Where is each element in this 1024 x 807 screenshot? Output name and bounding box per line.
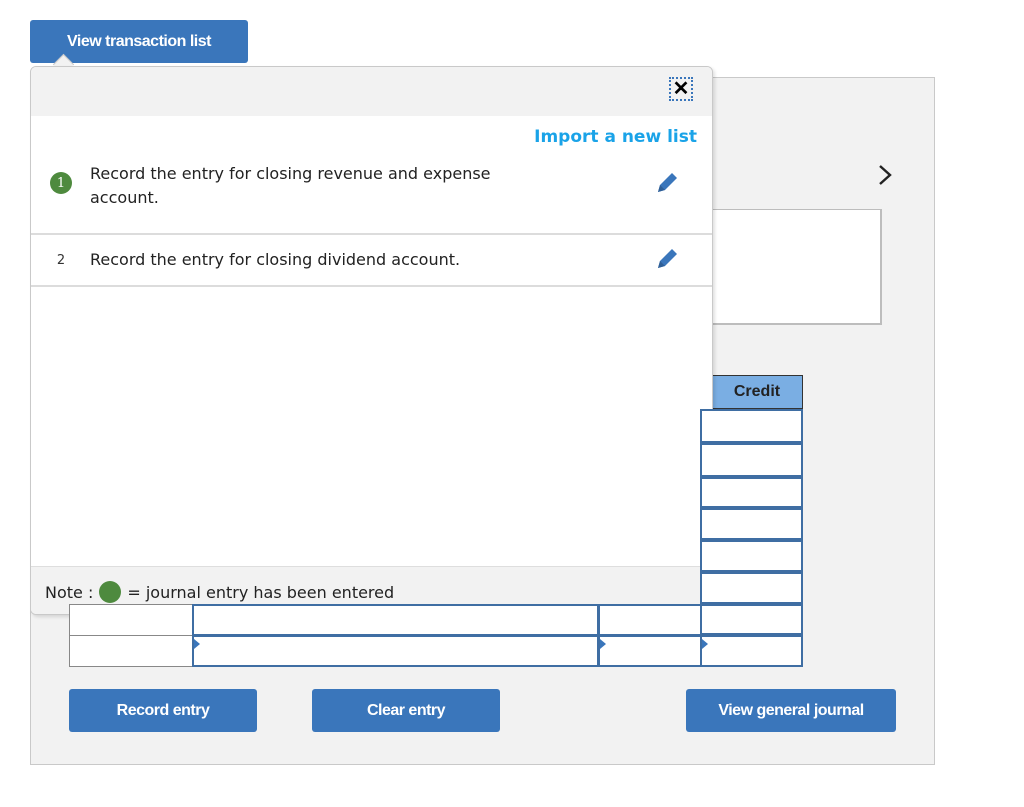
edit-pencil-icon[interactable] <box>654 170 680 196</box>
transaction-list-item[interactable]: 2 Record the entry for closing dividend … <box>31 235 712 287</box>
close-icon: ✕ <box>672 78 690 100</box>
clear-entry-button[interactable]: Clear entry <box>312 689 500 732</box>
note-suffix: = journal entry has been entered <box>127 582 395 602</box>
credit-input[interactable] <box>700 443 803 477</box>
account-input[interactable] <box>192 635 599 667</box>
cell-marker-icon <box>600 639 606 649</box>
cell-marker-icon <box>194 639 200 649</box>
account-input[interactable] <box>192 604 599 636</box>
transaction-text: Record the entry for closing revenue and… <box>90 164 491 207</box>
popover-header: ✕ <box>31 67 712 116</box>
transaction-list-item[interactable]: 1 Record the entry for closing revenue a… <box>31 158 712 235</box>
credit-input[interactable] <box>700 540 803 572</box>
record-entry-button[interactable]: Record entry <box>69 689 257 732</box>
note-prefix: Note : <box>45 582 94 602</box>
credit-input[interactable] <box>700 572 803 604</box>
credit-input[interactable] <box>700 477 803 508</box>
date-cell[interactable] <box>69 604 193 636</box>
credit-column-header: Credit <box>712 375 803 409</box>
credit-input[interactable] <box>700 604 803 635</box>
close-popover-button[interactable]: ✕ <box>669 77 693 101</box>
next-transaction-arrow-icon[interactable] <box>872 160 898 190</box>
completed-dot-icon <box>99 581 122 603</box>
date-cell[interactable] <box>69 635 193 667</box>
transaction-number: 2 <box>56 252 66 268</box>
edit-pencil-icon[interactable] <box>654 246 680 272</box>
import-new-list-link[interactable]: Import a new list <box>534 127 697 147</box>
credit-input[interactable] <box>700 409 803 443</box>
debit-input[interactable] <box>598 604 702 636</box>
completed-badge: 1 <box>50 172 72 194</box>
debit-input[interactable] <box>598 635 702 667</box>
credit-input[interactable] <box>700 508 803 540</box>
transaction-description-box <box>700 209 882 325</box>
cell-marker-icon <box>702 639 708 649</box>
transaction-text: Record the entry for closing dividend ac… <box>90 250 461 269</box>
view-general-journal-button[interactable]: View general journal <box>686 689 896 732</box>
credit-input[interactable] <box>700 635 803 667</box>
transaction-list-popover: ✕ Import a new list 1 Record the entry f… <box>30 66 713 615</box>
